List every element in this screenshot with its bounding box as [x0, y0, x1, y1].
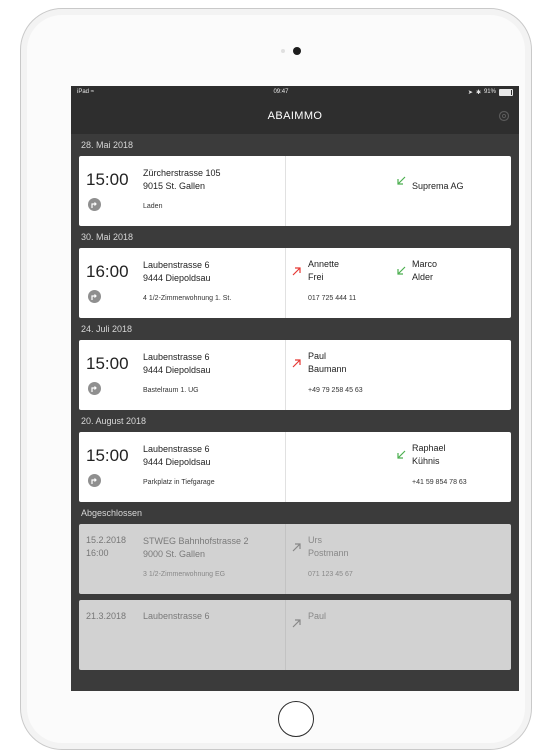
appointment-datetime: 15.2.2018 16:00 — [86, 535, 127, 558]
appointment-address: STWEG Bahnhofstrasse 2 9000 St. Gallen — [143, 536, 249, 559]
directions-icon[interactable] — [88, 474, 101, 487]
incoming-arrow-icon — [397, 450, 406, 459]
property-description: 3 1/2-Zimmerwohnung EG — [143, 571, 226, 578]
directions-icon[interactable] — [88, 290, 101, 303]
closed-header: Abgeschlossen — [81, 508, 143, 518]
status-time: 09:47 — [273, 89, 289, 95]
outgoing-arrow-icon — [292, 543, 301, 552]
contact-phone[interactable]: +41 59 854 78 63 — [412, 479, 467, 486]
wifi-icon: ≈ — [90, 89, 94, 95]
status-right: ➤ ✱ 91% — [467, 88, 513, 96]
closed-appointment-card[interactable]: 21.3.2018 Laubenstrasse 6 Paul — [79, 600, 511, 670]
contact-name[interactable]: Annette Frei — [308, 258, 339, 284]
directions-icon[interactable] — [88, 198, 101, 211]
bluetooth-icon: ✱ — [475, 89, 481, 96]
appointment-card[interactable]: 16:00 Laubenstrasse 6 9444 Diepoldsau 4 1… — [79, 248, 511, 318]
gear-icon[interactable] — [497, 109, 511, 123]
contact-name[interactable]: Paul Baumann — [308, 350, 347, 376]
appointment-address: Laubenstrasse 6 9444 Diepoldsau — [143, 260, 211, 283]
contact-name[interactable]: Paul — [308, 610, 326, 623]
contact-phone[interactable]: +49 79 258 45 63 — [308, 387, 363, 394]
directions-icon[interactable] — [88, 382, 101, 395]
appointment-card[interactable]: 15:00 Zürcherstrasse 105 9015 St. Gallen … — [79, 156, 511, 226]
appointment-time: 15:00 — [86, 170, 129, 189]
outgoing-arrow-icon — [292, 359, 301, 368]
incoming-arrow-icon — [397, 266, 406, 275]
contact-name[interactable]: Suprema AG — [412, 181, 464, 191]
outgoing-arrow-icon — [292, 619, 301, 628]
contact-phone[interactable]: 071 123 45 67 — [308, 571, 353, 578]
sensor — [281, 49, 285, 53]
location-icon: ➤ — [467, 89, 473, 96]
appointment-time: 15:00 — [86, 354, 129, 373]
contact-name[interactable]: Raphael Kühnis — [412, 442, 446, 468]
date-header: 28. Mai 2018 — [81, 140, 134, 150]
appointment-address: Laubenstrasse 6 — [143, 611, 210, 621]
ipad-frame: iPad ≈ 09:47 ➤ ✱ 91% ABAIMMO 28. Mai 201… — [20, 8, 532, 750]
property-description: 4 1/2-Zimmerwohnung 1. St. — [143, 295, 232, 302]
battery-icon — [498, 88, 513, 96]
outgoing-arrow-icon — [292, 267, 301, 276]
battery-percent: 91% — [483, 89, 496, 95]
status-device: iPad ≈ — [77, 89, 94, 95]
date-header: 20. August 2018 — [81, 416, 147, 426]
appointment-address: Laubenstrasse 6 9444 Diepoldsau — [143, 352, 211, 375]
property-description: Laden — [143, 203, 163, 210]
contact-name[interactable]: Urs Postmann — [308, 534, 349, 560]
incoming-arrow-icon — [397, 176, 406, 185]
appointment-card[interactable]: 15:00 Laubenstrasse 6 9444 Diepoldsau Bas… — [79, 340, 511, 410]
app-title: ABAIMMO — [267, 110, 323, 122]
property-description: Parkplatz in Tiefgarage — [143, 479, 215, 486]
navigation-bar: ABAIMMO — [71, 98, 519, 134]
home-button[interactable] — [278, 701, 314, 737]
status-bar: iPad ≈ 09:47 ➤ ✱ 91% — [71, 86, 519, 98]
date-header: 24. Juli 2018 — [81, 324, 133, 334]
closed-appointment-card[interactable]: 15.2.2018 16:00 STWEG Bahnhofstrasse 2 900… — [79, 524, 511, 594]
property-description: Bastelraum 1. UG — [143, 387, 199, 394]
contact-phone[interactable]: 017 725 444 11 — [308, 295, 356, 302]
appointment-time: 15:00 — [86, 446, 129, 465]
appointment-time: 16:00 — [86, 262, 129, 281]
app-screen: iPad ≈ 09:47 ➤ ✱ 91% ABAIMMO 28. Mai 201… — [71, 86, 519, 691]
date-header: 30. Mai 2018 — [81, 232, 134, 242]
front-camera — [293, 47, 301, 55]
appointment-address: Zürcherstrasse 105 9015 St. Gallen — [143, 168, 221, 191]
appointment-datetime: 21.3.2018 — [86, 611, 127, 621]
appointment-card[interactable]: 15:00 Laubenstrasse 6 9444 Diepoldsau Par… — [79, 432, 511, 502]
contact-name[interactable]: Marco Alder — [412, 258, 437, 284]
appointment-address: Laubenstrasse 6 9444 Diepoldsau — [143, 444, 211, 467]
